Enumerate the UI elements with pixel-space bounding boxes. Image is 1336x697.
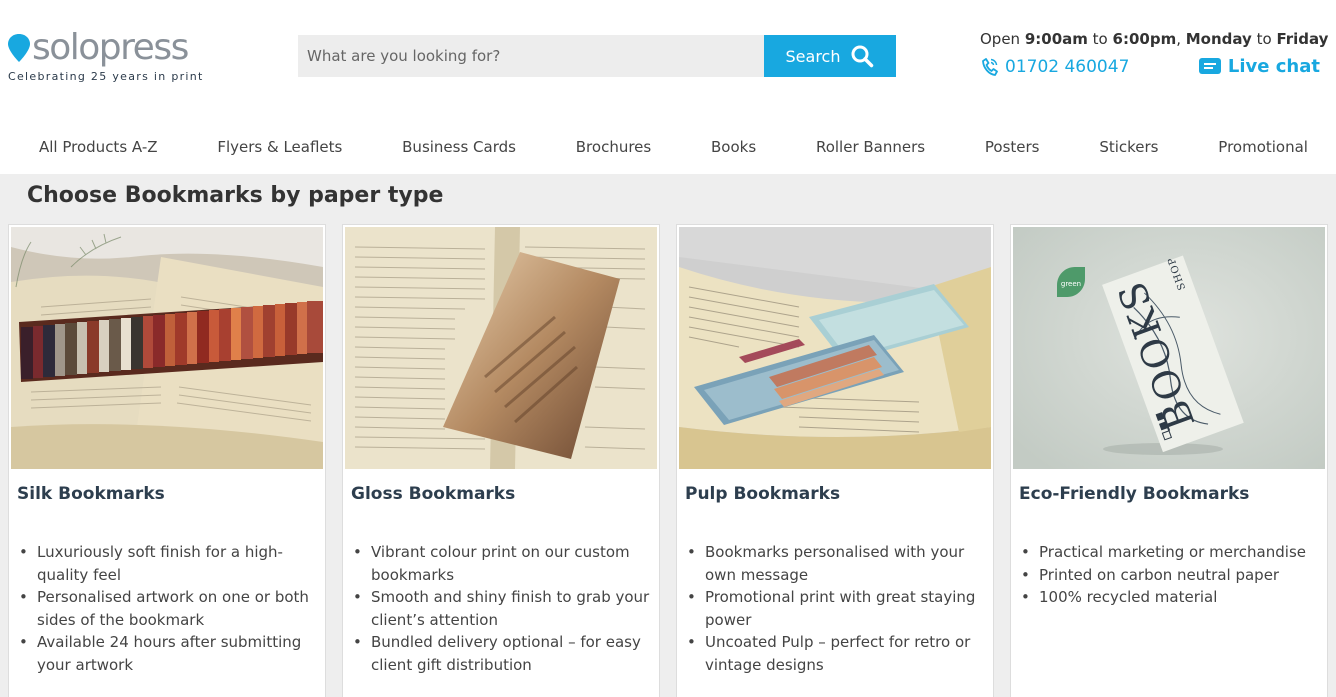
day-to: Friday (1276, 30, 1329, 48)
hours-to: to (1087, 30, 1113, 48)
list-item: Bundled delivery optional – for easy cli… (351, 631, 651, 676)
nav-item-books[interactable]: Books (711, 124, 756, 170)
card-title[interactable]: Pulp Bookmarks (685, 484, 840, 504)
live-chat-label: Live chat (1227, 56, 1320, 77)
list-item: Available 24 hours after submitting your… (17, 631, 317, 676)
days-to: to (1251, 30, 1277, 48)
list-item: Personalised artwork on one or both side… (17, 586, 317, 631)
list-item: Bookmarks personalised with your own mes… (685, 541, 985, 586)
nav-item-flyers-leaflets[interactable]: Flyers & Leaflets (217, 124, 342, 170)
green-badge-label: green (1061, 280, 1081, 288)
logo-wordmark: solopress (32, 27, 189, 68)
main-nav: All Products A-Z Flyers & Leaflets Busin… (0, 124, 1336, 170)
phone-icon (982, 57, 998, 76)
card-title[interactable]: Silk Bookmarks (17, 484, 165, 504)
search-input[interactable] (298, 35, 764, 77)
list-item: Promotional print with great staying pow… (685, 586, 985, 631)
list-item: Uncoated Pulp – perfect for retro or vin… (685, 631, 985, 676)
phone-number: 01702 460047 (1005, 56, 1130, 77)
map-pin-logo-icon (8, 34, 30, 62)
list-item: Vibrant colour print on our custom bookm… (351, 541, 651, 586)
logo-tagline: Celebrating 25 years in print (8, 70, 204, 83)
close-time: 6:00pm (1112, 30, 1177, 48)
nav-item-business-cards[interactable]: Business Cards (402, 124, 516, 170)
nav-item-posters[interactable]: Posters (985, 124, 1040, 170)
product-card-pulp[interactable]: Pulp Bookmarks Bookmarks personalised wi… (676, 224, 994, 697)
day-from: Monday (1185, 30, 1252, 48)
opening-hours: Open 9:00am to 6:00pm, Monday to Friday (980, 30, 1328, 48)
pulp-bookmark-image[interactable] (679, 227, 991, 469)
phone-link[interactable]: 01702 460047 (982, 57, 1129, 77)
nav-item-stickers[interactable]: Stickers (1099, 124, 1158, 170)
feature-list: Practical marketing or merchandise Print… (1019, 541, 1319, 609)
list-item: 100% recycled material (1019, 586, 1319, 609)
search-bar: Search (298, 35, 896, 77)
nav-item-promotional[interactable]: Promotional (1218, 124, 1308, 170)
hours-prefix: Open (980, 30, 1025, 48)
chat-icon (1198, 57, 1221, 74)
search-button[interactable]: Search (764, 35, 896, 77)
solopress-logo[interactable]: solopress Celebrating 25 years in print (8, 28, 208, 88)
feature-list: Luxuriously soft finish for a high-quali… (17, 541, 317, 676)
search-button-label: Search (785, 46, 841, 66)
list-item: Luxuriously soft finish for a high-quali… (17, 541, 317, 586)
product-card-silk[interactable]: Silk Bookmarks Luxuriously soft finish f… (8, 224, 326, 697)
section-title: Choose Bookmarks by paper type (27, 183, 444, 208)
card-title[interactable]: Gloss Bookmarks (351, 484, 515, 504)
site-header: solopress Celebrating 25 years in print … (0, 0, 1336, 110)
silk-bookmark-image[interactable] (11, 227, 323, 469)
card-title[interactable]: Eco-Friendly Bookmarks (1019, 484, 1249, 504)
feature-list: Vibrant colour print on our custom bookm… (351, 541, 651, 676)
bookmarks-section: Choose Bookmarks by paper type Silk Book… (0, 174, 1336, 697)
eco-bookmark-image[interactable]: BOOKS SHOP green (1013, 227, 1325, 469)
search-icon (851, 45, 874, 68)
list-item: Practical marketing or merchandise (1019, 541, 1319, 564)
gloss-bookmark-image[interactable] (345, 227, 657, 469)
product-card-eco[interactable]: BOOKS SHOP green Eco-Friendly Bookmarks … (1010, 224, 1328, 697)
nav-item-roller-banners[interactable]: Roller Banners (816, 124, 925, 170)
contact-info: Open 9:00am to 6:00pm, Monday to Friday … (980, 30, 1328, 77)
feature-list: Bookmarks personalised with your own mes… (685, 541, 985, 676)
list-item: Smooth and shiny finish to grab your cli… (351, 586, 651, 631)
live-chat-link[interactable]: Live chat (1198, 56, 1320, 77)
nav-item-all-products[interactable]: All Products A-Z (39, 124, 158, 170)
list-item: Printed on carbon neutral paper (1019, 564, 1319, 587)
hours-comma: , (1176, 30, 1186, 48)
product-card-gloss[interactable]: Gloss Bookmarks Vibrant colour print on … (342, 224, 660, 697)
open-time: 9:00am (1024, 30, 1088, 48)
nav-item-brochures[interactable]: Brochures (576, 124, 651, 170)
